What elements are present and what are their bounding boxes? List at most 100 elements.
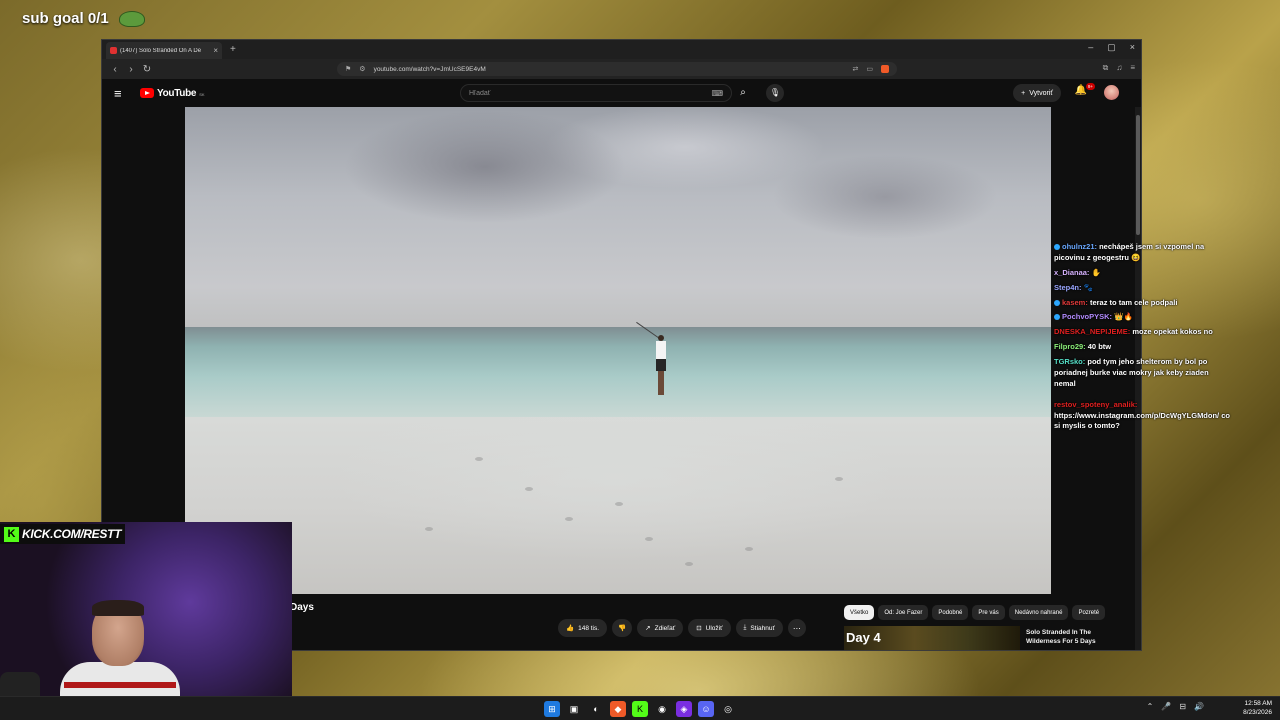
chat-message: DNESKA_NEPIJEME: moze opekat kokos no bbox=[1054, 327, 1230, 338]
chat-username: restov_spoteny_analik: bbox=[1054, 399, 1138, 409]
browser-tab[interactable]: (1407) Solo Stranded On A De × bbox=[106, 42, 222, 59]
window-controls: – ▢ × bbox=[1088, 42, 1135, 53]
download-button[interactable]: ⤓ Stiahnuť bbox=[735, 619, 783, 637]
system-tray: ⌃ 🎤 ⊟ 🔊 bbox=[1147, 702, 1204, 711]
footprint bbox=[835, 477, 843, 481]
recommended-title[interactable]: Solo Stranded In The Wilderness For 5 Da… bbox=[1026, 626, 1126, 650]
chat-text: 40 btw bbox=[1087, 342, 1112, 352]
footprint bbox=[565, 517, 573, 521]
recommended-video[interactable]: Day 4 Solo Stranded In The Wilderness Fo… bbox=[844, 626, 1134, 650]
filter-chips: Všetko Od: Joe Fazer Podobné Pre vás Ned… bbox=[844, 605, 1106, 620]
notification-badge: 9+ bbox=[1085, 83, 1095, 90]
webcam-shirt-stripe bbox=[64, 682, 176, 688]
youtube-favicon-icon bbox=[110, 47, 117, 54]
translate-icon[interactable]: ⇄ bbox=[853, 65, 859, 73]
bookmark-icon[interactable]: ⚑ bbox=[345, 65, 351, 73]
chip-watched[interactable]: Pozreté bbox=[1072, 605, 1106, 620]
search-box: ⌨ bbox=[460, 84, 732, 102]
youtube-logo[interactable]: YouTube SK bbox=[140, 88, 205, 99]
search-input[interactable] bbox=[469, 89, 712, 97]
youtube-play-icon bbox=[140, 88, 154, 98]
chat-username: x_Dianaa: bbox=[1054, 267, 1090, 277]
video-player[interactable] bbox=[185, 107, 1051, 594]
chat-message: Filpro29: 40 btw bbox=[1054, 342, 1230, 353]
steam-icon[interactable]: ◎ bbox=[720, 701, 736, 717]
footprint bbox=[645, 537, 653, 541]
brave-browser-icon[interactable]: ◆ bbox=[610, 701, 626, 717]
reload-icon[interactable]: ↻ bbox=[140, 64, 154, 75]
chat-username: TGRsko: bbox=[1054, 357, 1086, 366]
chrome-icon[interactable]: ◉ bbox=[654, 701, 670, 717]
media-icon[interactable]: ♫ bbox=[1116, 63, 1122, 73]
volume-icon[interactable]: 🔊 bbox=[1194, 702, 1204, 711]
discord-icon[interactable]: ☺ bbox=[698, 701, 714, 717]
obs-icon[interactable]: ◐ bbox=[588, 701, 604, 717]
more-icon: ⋯ bbox=[792, 623, 801, 633]
frog-emote-icon bbox=[118, 10, 145, 27]
like-button[interactable]: 👍 148 tis. bbox=[558, 619, 608, 637]
chip-for-you[interactable]: Pre vás bbox=[972, 605, 1005, 620]
search-button[interactable]: ⌕ bbox=[732, 84, 754, 102]
close-window-button[interactable]: × bbox=[1130, 42, 1135, 53]
tab-close-icon[interactable]: × bbox=[213, 46, 218, 55]
tab-bar: (1407) Solo Stranded On A De × + – ▢ × bbox=[102, 40, 1141, 59]
tray-chevron-icon[interactable]: ⌃ bbox=[1147, 702, 1154, 711]
tab-title: (1407) Solo Stranded On A De bbox=[120, 47, 202, 54]
chip-all[interactable]: Všetko bbox=[844, 605, 875, 620]
chip-from-channel[interactable]: Od: Joe Fazer bbox=[878, 605, 929, 620]
microphone-icon[interactable]: 🎙 bbox=[766, 84, 784, 102]
more-actions-button[interactable]: ⋯ bbox=[787, 619, 806, 637]
chat-message: TGRsko: pod tym jeho shelterom by bol po… bbox=[1054, 357, 1230, 390]
new-tab-button[interactable]: + bbox=[230, 44, 236, 55]
task-view-icon[interactable]: ▣ bbox=[566, 701, 582, 717]
chat-username: ohulnz21: bbox=[1062, 242, 1097, 251]
like-count: 148 tis. bbox=[578, 624, 600, 632]
kick-logo-icon: K bbox=[4, 526, 19, 542]
twitch-icon[interactable]: ◈ bbox=[676, 701, 692, 717]
chat-message: x_Dianaa: ✋ bbox=[1054, 268, 1230, 279]
chat-badge-icon bbox=[1054, 244, 1060, 251]
brave-shield-icon[interactable] bbox=[881, 65, 889, 73]
url-text: youtube.com/watch?v=JmUcSE9E4vM bbox=[373, 65, 486, 73]
chat-message: PochvoPYSK: 👑🔥 bbox=[1054, 312, 1230, 323]
video-title: Days bbox=[290, 602, 314, 613]
back-icon[interactable]: ‹ bbox=[108, 64, 122, 75]
video-person bbox=[655, 335, 667, 397]
chip-related[interactable]: Podobné bbox=[932, 605, 969, 620]
dislike-button[interactable]: 👎 bbox=[612, 619, 633, 637]
recommended-thumbnail[interactable]: Day 4 bbox=[844, 626, 1020, 650]
download-icon: ⤓ bbox=[743, 624, 747, 631]
keyboard-icon[interactable]: ⌨ bbox=[711, 89, 723, 98]
hamburger-menu-icon[interactable]: ≡ bbox=[114, 86, 132, 101]
chat-text: https://www.instagram.com/p/DcWgYLGMdon/… bbox=[1054, 410, 1230, 431]
save-button[interactable]: ⊡ Uložiť bbox=[688, 619, 731, 637]
taskbar-clock[interactable]: 12:58 AM 8/23/2026 bbox=[1243, 700, 1272, 718]
create-label: Vytvoriť bbox=[1029, 89, 1053, 97]
share-button[interactable]: ↗ Zdieľať bbox=[637, 619, 684, 637]
site-info-icon[interactable]: ⚙ bbox=[359, 65, 365, 73]
footprint bbox=[745, 547, 753, 551]
cast-icon[interactable]: ▭ bbox=[866, 65, 873, 73]
tray-mic-icon[interactable]: 🎤 bbox=[1161, 702, 1171, 711]
maximize-button[interactable]: ▢ bbox=[1107, 42, 1116, 53]
kick-app-icon[interactable]: K bbox=[632, 701, 648, 717]
network-icon[interactable]: ⊟ bbox=[1179, 702, 1186, 711]
sub-goal-overlay: sub goal 0/1 bbox=[22, 10, 145, 27]
avatar[interactable] bbox=[1104, 85, 1119, 100]
forward-icon[interactable]: › bbox=[124, 64, 138, 75]
extensions-icon[interactable]: ⧉ bbox=[1103, 63, 1109, 73]
chat-username: Step4n: bbox=[1054, 282, 1082, 292]
browser-menu-icon[interactable]: ≡ bbox=[1130, 63, 1135, 73]
footprint bbox=[475, 457, 483, 461]
chip-recently-uploaded[interactable]: Nedávno nahrané bbox=[1008, 605, 1069, 620]
minimize-button[interactable]: – bbox=[1088, 42, 1093, 53]
kick-url: KICK.COM/RESTT bbox=[22, 527, 122, 541]
chat-badge-icon bbox=[1054, 299, 1060, 306]
start-icon[interactable]: ⊞ bbox=[544, 701, 560, 717]
scrollbar-thumb[interactable] bbox=[1136, 115, 1140, 235]
url-field[interactable]: ⚑ ⚙ youtube.com/watch?v=JmUcSE9E4vM ⇄ ▭ bbox=[337, 62, 897, 76]
create-button[interactable]: + Vytvoriť bbox=[1013, 84, 1061, 102]
address-bar-row: ‹ › ↻ ⚑ ⚙ youtube.com/watch?v=JmUcSE9E4v… bbox=[102, 59, 1141, 79]
taskbar-apps: ⊞ ▣ ◐ ◆ K ◉ ◈ ☺ ◎ bbox=[544, 701, 736, 717]
bookmark-save-icon: ⊡ bbox=[696, 625, 702, 632]
